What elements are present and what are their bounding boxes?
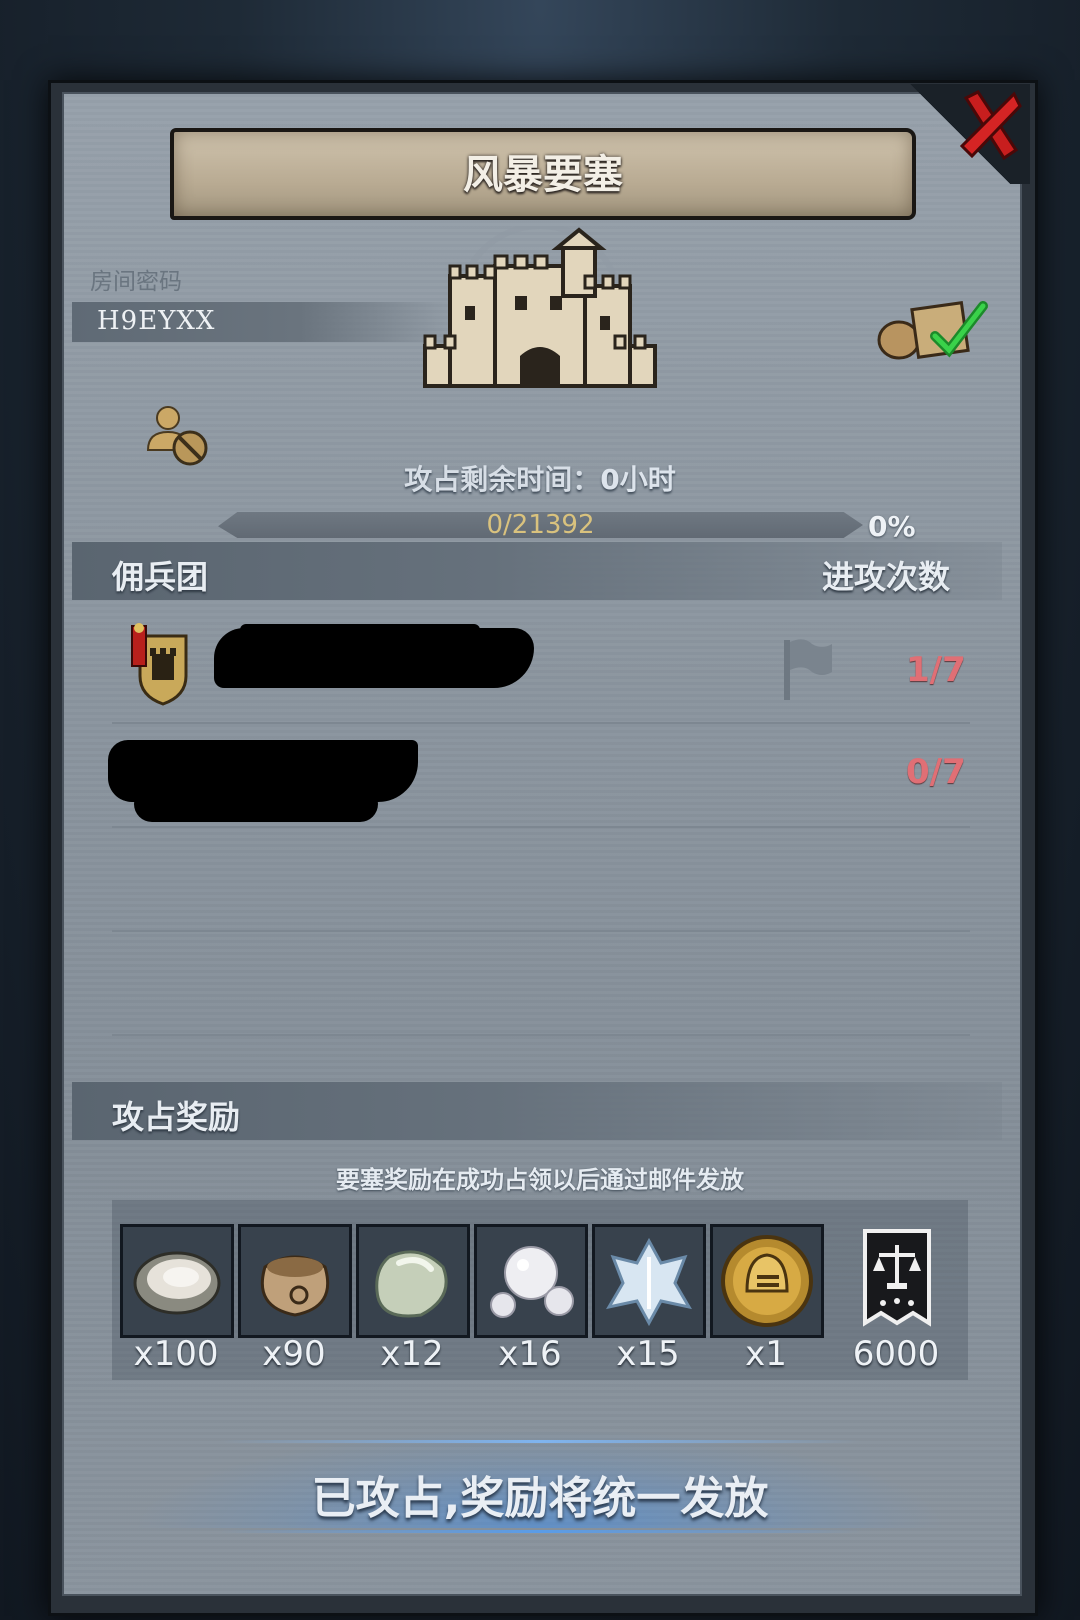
reward-slot-justice-banner[interactable]: [840, 1224, 954, 1338]
reward-note: 要塞奖励在成功占领以后通过邮件发放: [336, 1166, 744, 1194]
reward-slot-pearl[interactable]: [474, 1224, 588, 1338]
status-divider-top: [220, 1440, 860, 1443]
page-title: 风暴要塞: [463, 152, 623, 198]
status-divider-bottom: [220, 1530, 860, 1533]
reward-slot-ice-crystal[interactable]: [592, 1224, 706, 1338]
reward-qty: x1: [745, 1334, 787, 1374]
close-button[interactable]: [958, 86, 1024, 162]
attack-count: 1/7: [906, 650, 966, 690]
reward-qty: x100: [133, 1334, 219, 1374]
room-password-value: H9EYXX: [97, 306, 216, 336]
reward-slot-sack[interactable]: [238, 1224, 352, 1338]
reward-qty: x15: [616, 1334, 680, 1374]
reward-slot-oyster[interactable]: [120, 1224, 234, 1338]
ice-crystal-icon: [605, 1237, 693, 1327]
remaining-time-label: 攻占剩余时间：: [404, 463, 601, 496]
gem-stone-icon: [375, 1250, 448, 1318]
justice-banner-icon: [863, 1229, 931, 1327]
reward-qty: 6000: [852, 1334, 940, 1374]
sack-icon: [260, 1255, 330, 1317]
row-divider: [112, 930, 970, 932]
pearl-icon: [490, 1246, 574, 1318]
attack-count: 0/7: [906, 752, 966, 792]
oyster-icon: [133, 1251, 221, 1315]
close-icon: [959, 90, 1022, 161]
occupation-progress-percent: 0%: [868, 510, 916, 543]
redacted-guild-name-extra: [134, 786, 378, 822]
mercenary-section-title: 佣兵团: [112, 558, 209, 596]
occupation-progress-text: 0/21392: [486, 510, 595, 540]
row-divider: [112, 826, 970, 828]
flag-icon: [784, 639, 832, 700]
reward-qty: x16: [498, 1334, 562, 1374]
guild-badge-icon: [131, 623, 188, 706]
remaining-time: 攻占剩余时间：0小时: [0, 458, 1080, 498]
reward-qty: x90: [262, 1334, 326, 1374]
reward-slot-gem-stone[interactable]: [356, 1224, 470, 1338]
castle-icon: [423, 226, 657, 389]
supply-claimed-icon[interactable]: [875, 292, 995, 362]
reward-section-title: 攻占奖励: [112, 1098, 241, 1136]
occupied-status-text: 已攻占,奖励将统一发放: [311, 1473, 769, 1524]
redacted-guild-name-extra: [240, 624, 480, 644]
attack-count-column-label: 进攻次数: [822, 558, 951, 596]
reward-slot-knight-helmet-medal[interactable]: [710, 1224, 824, 1338]
row-divider: [112, 1034, 970, 1036]
remaining-time-value: 0小时: [600, 463, 676, 496]
row-divider: [112, 722, 970, 724]
room-password-label: 房间密码: [90, 269, 182, 295]
reward-qty: x12: [380, 1334, 444, 1374]
knight-helmet-medal-icon: [721, 1235, 813, 1327]
